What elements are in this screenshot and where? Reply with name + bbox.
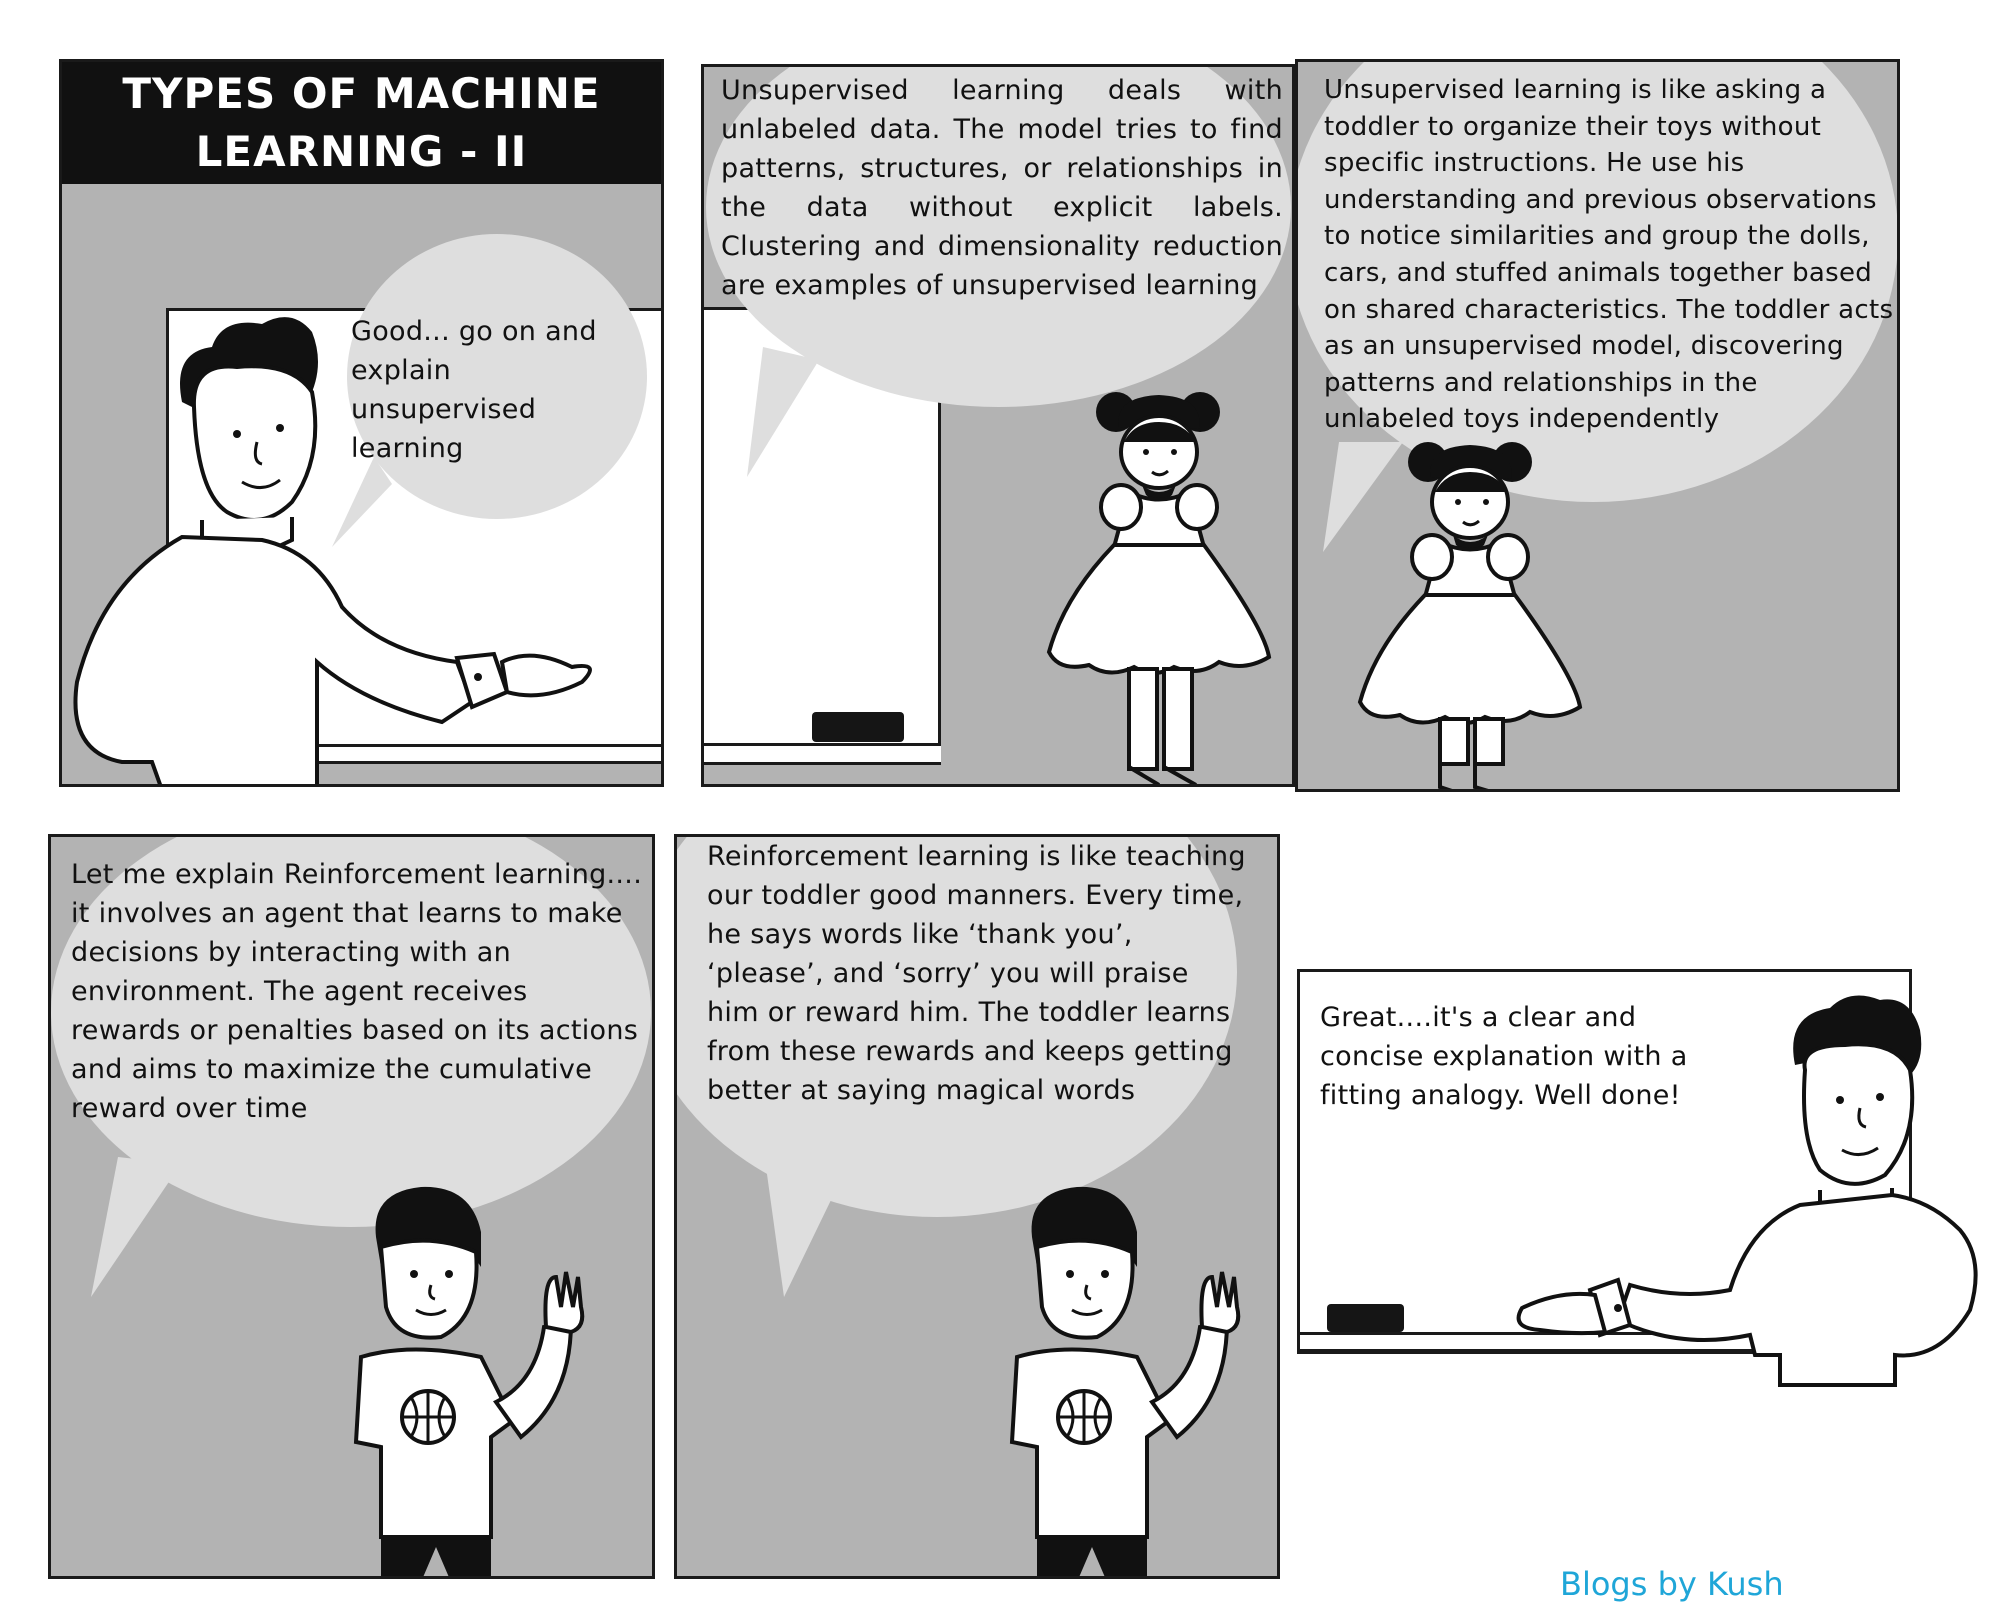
eraser	[1327, 1304, 1404, 1332]
comic-panel-4: Let me explain Reinforcement learning...…	[48, 834, 655, 1579]
teacher-speech: Let me explain Reinforcement learning...…	[71, 859, 643, 1124]
comic-panel-5: Reinforcement learning is like teaching …	[674, 834, 1280, 1579]
teacher-speech: Great....it's a clear and concise explan…	[1320, 1002, 1688, 1111]
student-speech: Unsupervised learning is like asking a t…	[1324, 75, 1894, 435]
blog-credit: Blogs by Kush	[1560, 1565, 1784, 1603]
teacher-speech: Good... go on and explain unsupervised l…	[351, 316, 597, 464]
student-speech: Unsupervised learning deals with unlabel…	[721, 75, 1283, 301]
comic-panel-2: Unsupervised learning deals with unlabel…	[701, 64, 1295, 787]
student-speech: Reinforcement learning is like teaching …	[707, 841, 1246, 1106]
comic-panel-1: TYPES OF MACHINE LEARNING - II Good... g…	[59, 59, 664, 787]
comic-panel-3: Unsupervised learning is like asking a t…	[1295, 59, 1900, 792]
